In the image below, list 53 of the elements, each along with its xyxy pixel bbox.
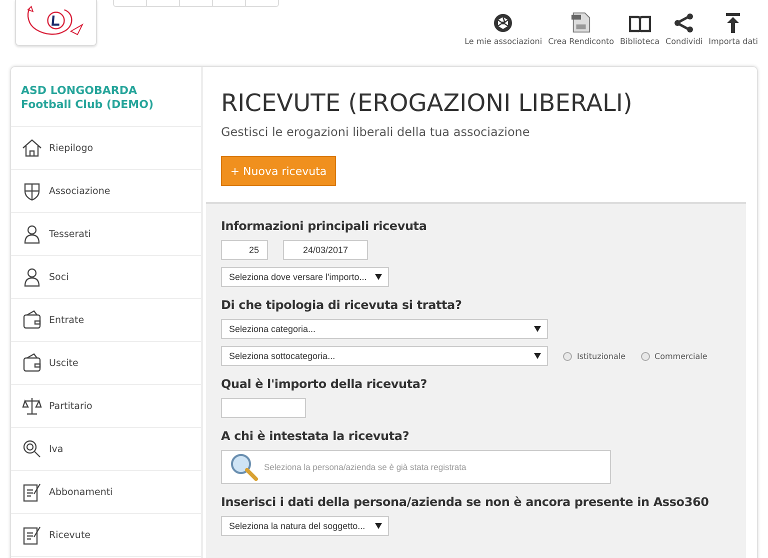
wallet-icon [22, 310, 42, 330]
sidebar-item[interactable]: Tesserati [11, 213, 201, 256]
section-heading: Inserisci i dati della persona/azienda se non è ancora presente in Asso360 [221, 495, 710, 509]
caret-icon [375, 523, 382, 529]
person-icon [22, 267, 42, 287]
document-icon [22, 525, 42, 545]
document-icon [22, 482, 42, 502]
section-heading: A chi è intestata la ricevuta? [221, 429, 410, 443]
sidebar-item[interactable]: Entrate [11, 299, 201, 342]
wallet-icon [22, 353, 42, 373]
house-icon [22, 138, 42, 158]
magnifier-icon [229, 452, 259, 482]
dropdown[interactable]: Seleziona sottocategoria... [221, 346, 548, 366]
toolbar-button[interactable]: Crea Rendiconto [548, 12, 614, 46]
search-field[interactable]: Seleziona la persona/azienda se è già stata registrata [221, 450, 611, 484]
text-field[interactable]: 25 [221, 240, 268, 260]
text-field[interactable] [221, 398, 306, 418]
sidebar-item[interactable]: Iva [11, 428, 201, 471]
share-icon [674, 13, 694, 33]
dropdown[interactable]: Seleziona la natura del soggetto... [221, 516, 389, 536]
radio-option[interactable]: Commerciale [640, 352, 708, 360]
section-heading: Qual è l'importo della ricevuta? [221, 377, 428, 391]
logo-card[interactable] [15, 0, 97, 46]
toolbar-button[interactable]: Biblioteca [620, 12, 660, 46]
section-heading: Informazioni principali ricevuta [221, 219, 428, 233]
dropdown[interactable]: Seleziona dove versare l'importo... [221, 267, 389, 287]
upload-icon [725, 13, 742, 33]
toolbar-button[interactable]: Importa dati [708, 12, 758, 46]
sidebar-item[interactable]: Riepilogo [11, 127, 201, 170]
pdf-file-icon [571, 12, 592, 33]
sidebar-item[interactable]: Abbonamenti [11, 471, 201, 514]
book-icon [628, 15, 651, 33]
section-heading: Di che tipologia di ricevuta si tratta? [221, 298, 463, 312]
dropdown[interactable]: Seleziona categoria... [221, 319, 548, 339]
sidebar-item[interactable]: Partitario [11, 385, 201, 428]
page-subtitle: Gestisci le erogazioni liberali della tua associazione [221, 125, 530, 139]
club-name: ASD LONGOBARDA Football Club (DEMO) [11, 67, 201, 127]
radio-option[interactable]: Istituzionale [563, 352, 626, 360]
toolbar-button[interactable]: Condividi [666, 12, 703, 46]
scales-icon [22, 396, 42, 416]
sidebar-item[interactable]: Soci [11, 256, 201, 299]
caret-icon [534, 326, 541, 332]
person-icon [22, 224, 42, 244]
page-title: RICEVUTE (EROGAZIONI LIBERALI) [221, 89, 632, 117]
caret-icon [534, 353, 541, 359]
sidebar-item[interactable]: Uscite [11, 342, 201, 385]
sidebar-item[interactable]: Associazione [11, 170, 201, 213]
shield-icon [22, 181, 42, 201]
text-field[interactable]: 24/03/2017 [283, 240, 368, 260]
sidebar-item[interactable]: Ricevute [11, 514, 201, 557]
caret-icon [375, 274, 382, 280]
aperture-icon [493, 13, 514, 33]
toolbar-button[interactable]: Le mie associazioni [464, 12, 542, 46]
